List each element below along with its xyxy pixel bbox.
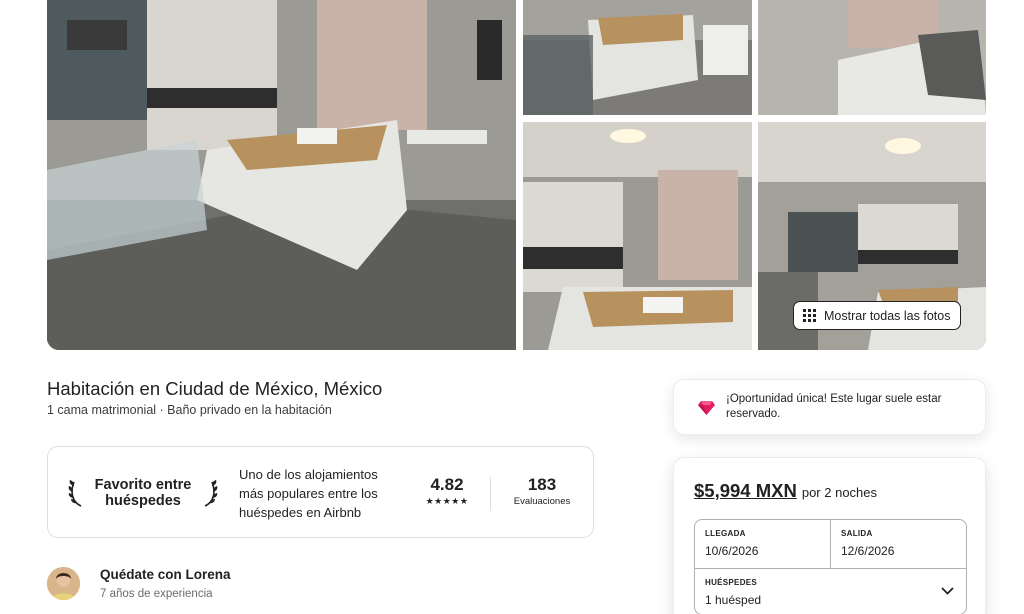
laurel-right-icon [204,480,218,507]
price-row: $5,994 MXN por 2 noches [694,480,877,502]
photo-main[interactable] [47,0,516,350]
checkout-field[interactable]: SALIDA 12/6/2026 [831,520,966,568]
checkin-label: LLEGADA [705,529,746,538]
listing-title: Habitación en Ciudad de México, México [47,378,383,399]
chevron-down-icon [941,587,954,595]
divider [490,477,491,511]
guest-favorite-line1: Favorito entre [94,477,192,493]
host-experience: 7 años de experiencia [100,588,213,600]
checkin-field[interactable]: LLEGADA 10/6/2026 [695,520,831,568]
photo-top-right-1[interactable] [523,0,752,115]
host-name: Quédate con Lorena [100,567,231,582]
guests-value: 1 huésped [705,593,762,607]
reviews-label: Evaluaciones [513,496,571,507]
dates-selector: LLEGADA 10/6/2026 SALIDA 12/6/2026 HUÉSP… [694,519,967,614]
show-all-photos-label: Mostrar todas las fotos [824,308,951,323]
photo-bottom-right-1[interactable] [523,122,752,350]
host-section: Quédate con Lorena 7 años de experiencia [47,567,231,600]
price-total[interactable]: $5,994 MXN [694,480,797,502]
checkin-value: 10/6/2026 [705,544,759,558]
grid-icon [803,309,816,322]
photo-top-right-2[interactable] [758,0,986,115]
checkout-label: SALIDA [841,529,873,538]
guests-field[interactable]: HUÉSPEDES 1 huésped [695,568,966,614]
photo-gallery: Mostrar todas las fotos [47,0,986,350]
guest-favorite-line2: huéspedes [105,493,181,509]
price-unit: por 2 noches [801,485,878,500]
listing-subtitle: 1 cama matrimonial · Baño privado en la … [47,403,332,417]
rating-block: 4.82 ★★★★★ [417,475,477,507]
host-avatar[interactable] [47,567,80,600]
rare-find-text: ¡Oportunidad única! Este lugar suele est… [726,393,942,420]
rare-find-card: ¡Oportunidad única! Este lugar suele est… [673,379,986,435]
reviews-count: 183 [527,475,557,494]
checkout-value: 12/6/2026 [841,544,895,558]
rating-value: 4.82 [430,475,464,494]
guest-favorite-card: Favorito entre huéspedes Uno de los aloj… [47,446,594,538]
laurel-left-icon [68,480,82,507]
booking-card: $5,994 MXN por 2 noches LLEGADA 10/6/202… [673,457,986,614]
reviews-block[interactable]: 183 Evaluaciones [504,475,580,509]
star-rating-icon: ★★★★★ [425,496,469,506]
diamond-icon [698,401,715,415]
guest-favorite-description: Uno de los alojamientos más populares en… [239,467,378,520]
guest-favorite-badge: Favorito entre huéspedes [68,475,218,511]
guests-label: HUÉSPEDES [705,578,758,587]
show-all-photos-button[interactable]: Mostrar todas las fotos [793,301,962,330]
